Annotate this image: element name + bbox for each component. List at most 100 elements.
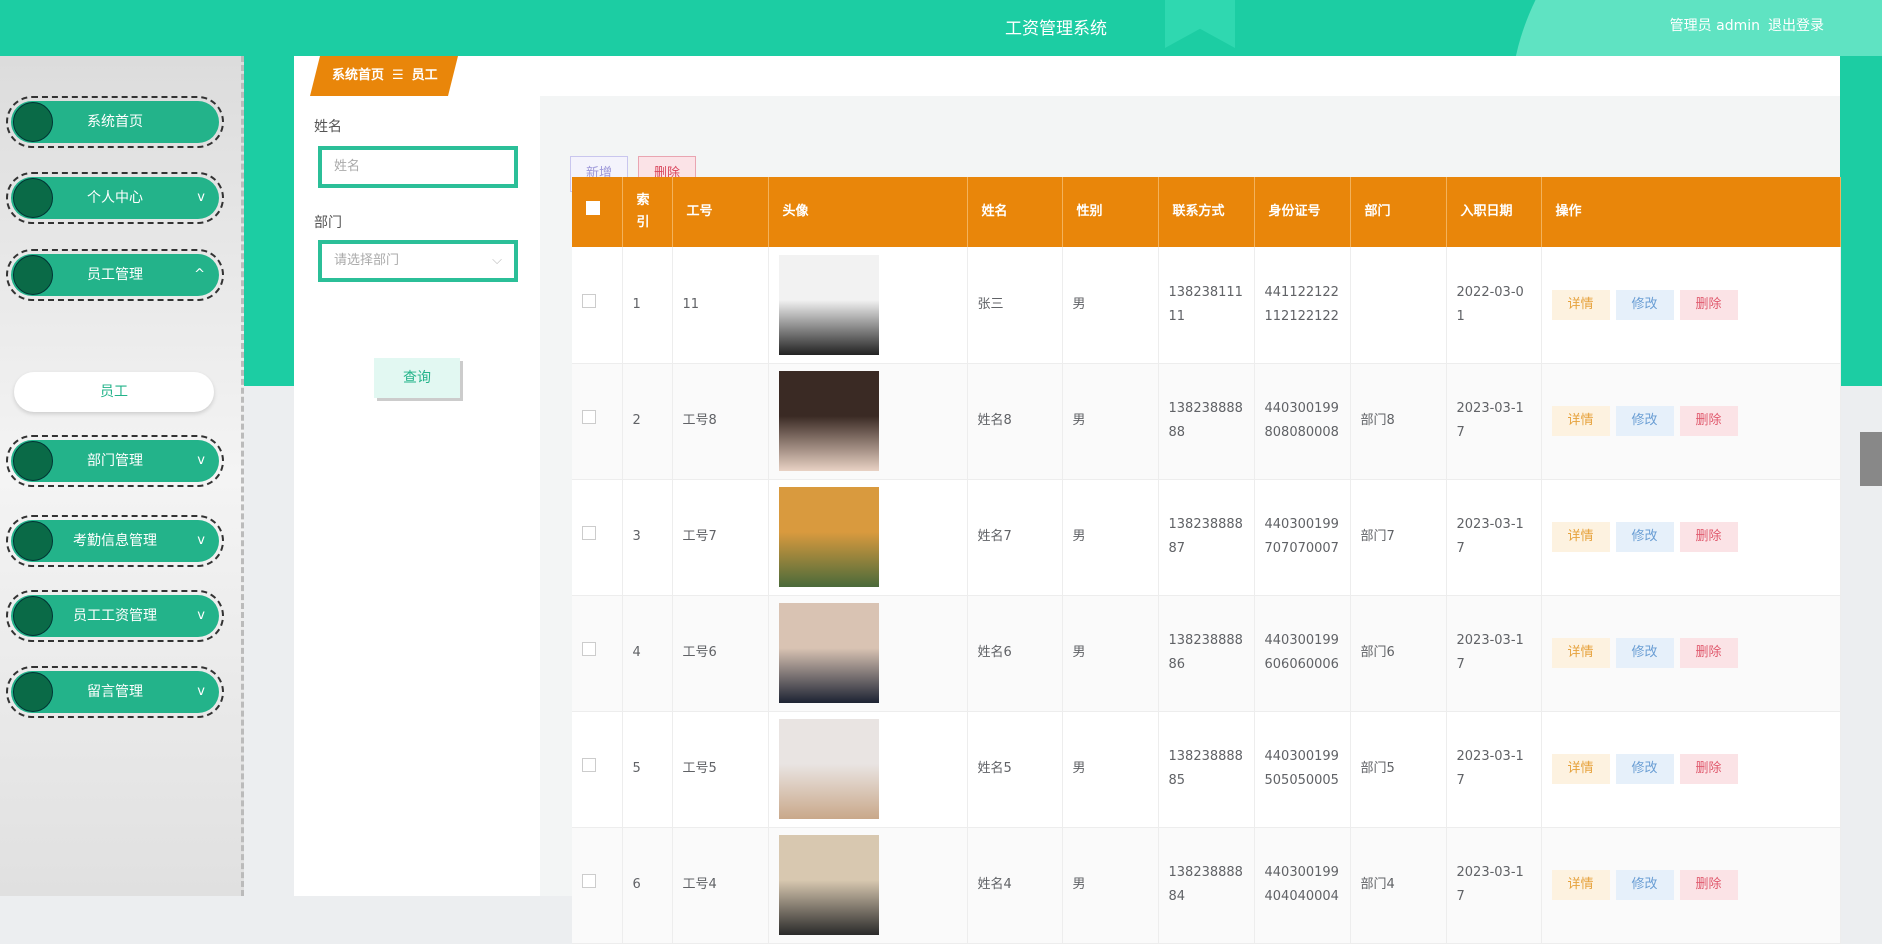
column-header: 头像 bbox=[768, 177, 968, 247]
edit-button[interactable]: 修改 bbox=[1615, 522, 1674, 552]
sidebar-item-6[interactable]: 留言管理 v bbox=[6, 666, 224, 718]
breadcrumb-separator-icon: ☰ bbox=[392, 68, 404, 83]
cell-name: 姓名4 bbox=[967, 827, 1063, 944]
row-select[interactable] bbox=[572, 711, 623, 828]
row-select[interactable] bbox=[572, 595, 623, 712]
sidebar-item-label: 部门管理 bbox=[87, 453, 143, 469]
cell-index: 1 bbox=[622, 247, 673, 364]
edit-button[interactable]: 修改 bbox=[1615, 638, 1674, 668]
circle-icon bbox=[13, 596, 53, 636]
avatar bbox=[778, 487, 879, 587]
side-panel-handle[interactable] bbox=[1860, 432, 1882, 486]
dept-select[interactable]: 请选择部门 ⌵ bbox=[318, 240, 518, 282]
sidebar-item-body: 考勤信息管理 v bbox=[11, 520, 219, 562]
cell-gender: 男 bbox=[1062, 711, 1159, 828]
column-header: 联系方式 bbox=[1158, 177, 1255, 247]
cell-dept bbox=[1350, 247, 1447, 364]
chevron-icon: ^ bbox=[194, 267, 205, 282]
sidebar-item-1[interactable]: 个人中心 v bbox=[6, 172, 224, 224]
cell-no: 工号4 bbox=[672, 827, 769, 944]
sidebar-item-0[interactable]: 系统首页 bbox=[6, 96, 224, 148]
column-header: 操作 bbox=[1541, 177, 1841, 247]
employee-table: 索引 工号 头像 姓名 性别 联系方式 身份证号 部门 入职日期 操作 1 11 张三 男 138… bbox=[572, 177, 1841, 944]
detail-button[interactable]: 详情 bbox=[1551, 289, 1610, 320]
cell-no: 工号7 bbox=[672, 479, 769, 596]
circle-icon bbox=[13, 255, 53, 295]
row-delete-button[interactable]: 删除 bbox=[1679, 754, 1738, 784]
cell-actions: 详情 修改 删除 bbox=[1541, 711, 1841, 828]
row-select[interactable] bbox=[572, 363, 623, 480]
cell-index: 6 bbox=[622, 827, 673, 944]
cell-dept: 部门7 bbox=[1350, 479, 1447, 596]
content-card: 系统首页 ☰ 员工 姓名 姓名 部门 请选择部门 ⌵ 查询 新增 删除 索引 工号 头像姓… bbox=[294, 56, 1841, 944]
column-header: 姓名 bbox=[967, 177, 1063, 247]
column-header: 部门 bbox=[1350, 177, 1447, 247]
app-title: 工资管理系统 bbox=[1005, 19, 1107, 39]
sidebar-subitem-employee[interactable]: 员工 bbox=[14, 372, 214, 412]
row-select[interactable] bbox=[572, 479, 623, 596]
sidebar-item-4[interactable]: 考勤信息管理 v bbox=[6, 515, 224, 567]
cell-no: 工号6 bbox=[672, 595, 769, 712]
row-delete-button[interactable]: 删除 bbox=[1679, 289, 1738, 320]
chevron-icon: v bbox=[197, 453, 205, 468]
avatar bbox=[778, 603, 879, 703]
row-checkbox[interactable] bbox=[582, 293, 596, 308]
detail-button[interactable]: 详情 bbox=[1551, 522, 1610, 552]
dept-label: 部门 bbox=[314, 215, 342, 231]
column-header: 身份证号 bbox=[1254, 177, 1351, 247]
cell-photo bbox=[768, 595, 968, 712]
detail-button[interactable]: 详情 bbox=[1551, 638, 1610, 668]
name-label: 姓名 bbox=[314, 119, 342, 135]
row-checkbox[interactable] bbox=[582, 758, 596, 772]
select-all-header[interactable] bbox=[572, 177, 623, 247]
sidebar-item-5[interactable]: 员工工资管理 v bbox=[6, 590, 224, 642]
cell-photo bbox=[768, 247, 968, 364]
search-panel: 姓名 姓名 部门 请选择部门 ⌵ 查询 bbox=[294, 96, 540, 896]
row-select[interactable] bbox=[572, 827, 623, 944]
cell-no: 11 bbox=[672, 247, 769, 364]
sidebar-item-3[interactable]: 部门管理 v bbox=[6, 435, 224, 487]
row-checkbox[interactable] bbox=[582, 642, 596, 656]
detail-button[interactable]: 详情 bbox=[1551, 754, 1610, 784]
sidebar-item-2[interactable]: 员工管理 ^ bbox=[6, 249, 224, 301]
cell-phone: 13823888884 bbox=[1158, 827, 1255, 944]
sidebar-item-label: 考勤信息管理 bbox=[73, 533, 157, 549]
cell-date: 2023-03-17 bbox=[1446, 479, 1542, 596]
logout-link[interactable]: 退出登录 bbox=[1768, 18, 1824, 34]
cell-actions: 详情 修改 删除 bbox=[1541, 827, 1841, 944]
breadcrumb-current: 员工 bbox=[411, 68, 438, 83]
row-checkbox[interactable] bbox=[582, 410, 596, 424]
name-input[interactable]: 姓名 bbox=[318, 146, 518, 188]
edit-button[interactable]: 修改 bbox=[1615, 754, 1674, 784]
cell-name: 姓名8 bbox=[967, 363, 1063, 480]
cell-gender: 男 bbox=[1062, 595, 1159, 712]
cell-dept: 部门6 bbox=[1350, 595, 1447, 712]
table-row: 1 11 张三 男 13823811111 441122122112122122… bbox=[572, 247, 1841, 364]
column-header: 工号 bbox=[672, 177, 769, 247]
breadcrumb-home[interactable]: 系统首页 bbox=[332, 68, 384, 83]
query-button[interactable]: 查询 bbox=[374, 358, 460, 398]
sidebar: 员工 系统首页 个人中心 v 员工管理 ^ 部门管理 v 考勤信息管理 v 员工工资管理 v 留言管理… bbox=[0, 56, 244, 896]
cell-dept: 部门5 bbox=[1350, 711, 1447, 828]
detail-button[interactable]: 详情 bbox=[1551, 406, 1610, 436]
row-select[interactable] bbox=[572, 247, 623, 364]
cell-id: 440300199404040004 bbox=[1254, 827, 1351, 944]
dept-placeholder: 请选择部门 bbox=[334, 253, 400, 268]
row-delete-button[interactable]: 删除 bbox=[1679, 406, 1738, 436]
edit-button[interactable]: 修改 bbox=[1615, 289, 1674, 320]
avatar bbox=[778, 719, 879, 819]
cell-dept: 部门4 bbox=[1350, 827, 1447, 944]
circle-icon bbox=[13, 178, 53, 218]
row-delete-button[interactable]: 删除 bbox=[1679, 522, 1738, 552]
row-checkbox[interactable] bbox=[582, 874, 596, 888]
cell-photo bbox=[768, 479, 968, 596]
cell-index: 5 bbox=[622, 711, 673, 828]
select-all-checkbox[interactable] bbox=[586, 201, 600, 215]
row-checkbox[interactable] bbox=[582, 526, 596, 540]
column-header: 性别 bbox=[1062, 177, 1159, 247]
edit-button[interactable]: 修改 bbox=[1615, 406, 1674, 436]
cell-name: 姓名6 bbox=[967, 595, 1063, 712]
cell-name: 张三 bbox=[967, 247, 1063, 364]
row-delete-button[interactable]: 删除 bbox=[1679, 638, 1738, 668]
table-row: 6 工号4 姓名4 男 13823888884 4403001994040400… bbox=[572, 827, 1841, 944]
